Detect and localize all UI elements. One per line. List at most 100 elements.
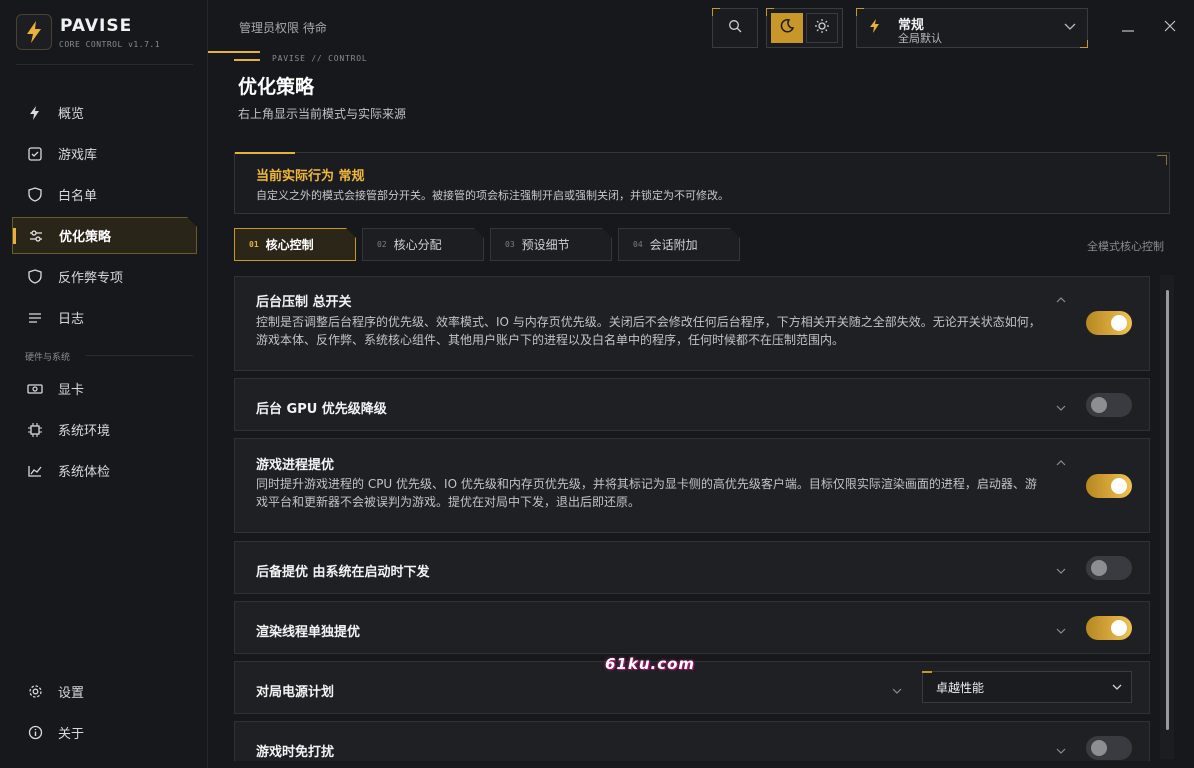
toggle-switch[interactable] [1086,616,1132,640]
sidebar-item-whitelist[interactable]: 白名单 [12,176,197,213]
shield-icon [12,187,58,202]
sidebar-item-logs[interactable]: 日志 [12,299,197,336]
setting-title: 后备提优 由系统在启动时下发 [256,565,430,580]
power-plan-select[interactable]: 卓越性能 [922,671,1132,703]
sidebar-item-settings[interactable]: 设置 [12,673,197,710]
sidebar-item-label: 反作弊专项 [58,271,124,286]
gpu-icon [12,383,58,395]
minimize-icon [1122,21,1134,36]
sidebar-item-system-env[interactable]: 系统环境 [12,411,197,448]
sun-icon [814,18,830,38]
title-bar: 管理员权限 待命 常规 全局默认 [208,0,1194,53]
chevron-up-icon[interactable] [1055,456,1067,471]
setting-do-not-disturb: 游戏时免打扰 [234,721,1150,761]
toggle-switch[interactable] [1086,393,1132,417]
mode-source: 全局默认 [898,32,942,45]
info-icon [12,725,58,740]
chip-icon [12,422,58,437]
chevron-down-icon [1111,681,1123,695]
chevron-down-icon[interactable] [1055,401,1067,416]
setting-background-gpu-priority: 后台 GPU 优先级降级 [234,378,1150,431]
toggle-knob [1091,740,1107,756]
tab-number: 04 [633,240,643,249]
sidebar-item-label: 系统环境 [58,424,111,439]
search-button[interactable] [712,8,758,48]
minimize-button[interactable] [1116,16,1140,40]
setting-fallback-boost: 后备提优 由系统在启动时下发 [234,541,1150,594]
setting-title: 后台压制 总开关 [256,295,352,310]
chevron-down-icon[interactable] [891,684,903,699]
close-button[interactable] [1158,16,1182,40]
gear-icon [12,684,58,699]
section-label: 硬件与系统 [25,353,71,363]
setting-description: 同时提升游戏进程的 CPU 优先级、IO 优先级和内存页优先级，并将其标记为显卡… [256,477,1037,509]
theme-toggle[interactable] [766,8,843,48]
close-icon [1164,20,1176,36]
toggle-knob [1111,315,1127,331]
tab-number: 03 [505,240,515,249]
sidebar-item-label: 优化策略 [59,230,112,245]
divider [234,59,260,61]
app-version: CORE CONTROL v1.7.1 [59,40,161,49]
sidebar-item-overview[interactable]: 概览 [12,94,197,131]
setting-render-thread-boost: 渲染线程单独提优 [234,601,1150,654]
shield-icon [12,269,58,284]
app-name: PAVISE [60,16,133,36]
toggle-knob [1091,560,1107,576]
sliders-icon [13,230,59,242]
list-icon [12,312,58,324]
page-subtitle: 右上角显示当前模式与实际来源 [238,107,407,121]
chevron-down-icon[interactable] [1055,624,1067,639]
light-theme-button[interactable] [806,13,838,43]
tab-number: 02 [377,240,387,249]
tab-label: 核心分配 [393,238,442,252]
sidebar-item-label: 白名单 [58,189,98,204]
setting-title: 渲染线程单独提优 [256,625,361,640]
sidebar-item-label: 概览 [58,107,85,122]
notice-body: 自定义之外的模式会接管部分开关。被接管的项会标注强制开启或强制关闭，并锁定为不可… [256,189,729,202]
tab-core-allocation[interactable]: 02 核心分配 [362,228,484,261]
setting-description: 控制是否调整后台程序的优先级、效率模式、IO 与内存页优先级。关闭后不会修改任何… [256,315,1041,347]
mode-selector[interactable]: 常规 全局默认 [856,8,1088,48]
tab-label: 会话附加 [649,238,698,252]
search-icon [728,19,742,37]
bolt-icon [12,105,58,120]
sidebar-item-gpu[interactable]: 显卡 [12,370,197,407]
sidebar-item-anticheat[interactable]: 反作弊专项 [12,258,197,295]
sidebar: PAVISE CORE CONTROL v1.7.1 概览 游戏库 白名单 优化… [0,0,208,768]
moon-icon [779,18,795,38]
app-logo-icon [16,14,52,50]
setting-title: 对局电源计划 [256,685,335,700]
sidebar-item-health-check[interactable]: 系统体检 [12,452,197,489]
corner-decoration [1157,155,1167,165]
sidebar-item-label: 设置 [58,686,85,701]
chevron-down-icon[interactable] [1055,744,1067,759]
sidebar-item-label: 关于 [58,727,85,742]
sidebar-item-optimization[interactable]: 优化策略 [12,217,197,254]
toggle-switch[interactable] [1086,556,1132,580]
chart-icon [12,465,58,477]
chevron-down-icon [1063,20,1077,35]
setting-title: 游戏时免打扰 [256,745,335,760]
notice-title: 当前实际行为 常规 [256,169,365,184]
toggle-switch[interactable] [1086,736,1132,760]
tab-core-control[interactable]: 01 核心控制 [234,228,356,261]
tab-label: 预设细节 [521,238,570,252]
chevron-down-icon[interactable] [1055,564,1067,579]
divider [86,355,193,356]
chevron-up-icon[interactable] [1055,293,1067,308]
sidebar-item-label: 显卡 [58,383,85,398]
tab-preset-details[interactable]: 03 预设细节 [490,228,612,261]
toggle-switch[interactable] [1086,311,1132,335]
sidebar-item-about[interactable]: 关于 [12,714,197,751]
scrollbar-thumb[interactable] [1166,290,1169,730]
dark-theme-button[interactable] [771,13,803,43]
divider [208,51,260,53]
brand: PAVISE CORE CONTROL v1.7.1 [16,14,194,64]
tab-session-extras[interactable]: 04 会话附加 [618,228,740,261]
sidebar-item-game-library[interactable]: 游戏库 [12,135,197,172]
sidebar-item-label: 游戏库 [58,148,98,163]
setting-background-suppression: 后台压制 总开关 控制是否调整后台程序的优先级、效率模式、IO 与内存页优先级。… [234,276,1150,371]
toggle-switch[interactable] [1086,474,1132,498]
mode-notice: 当前实际行为 常规 自定义之外的模式会接管部分开关。被接管的项会标注强制开启或强… [234,152,1170,214]
